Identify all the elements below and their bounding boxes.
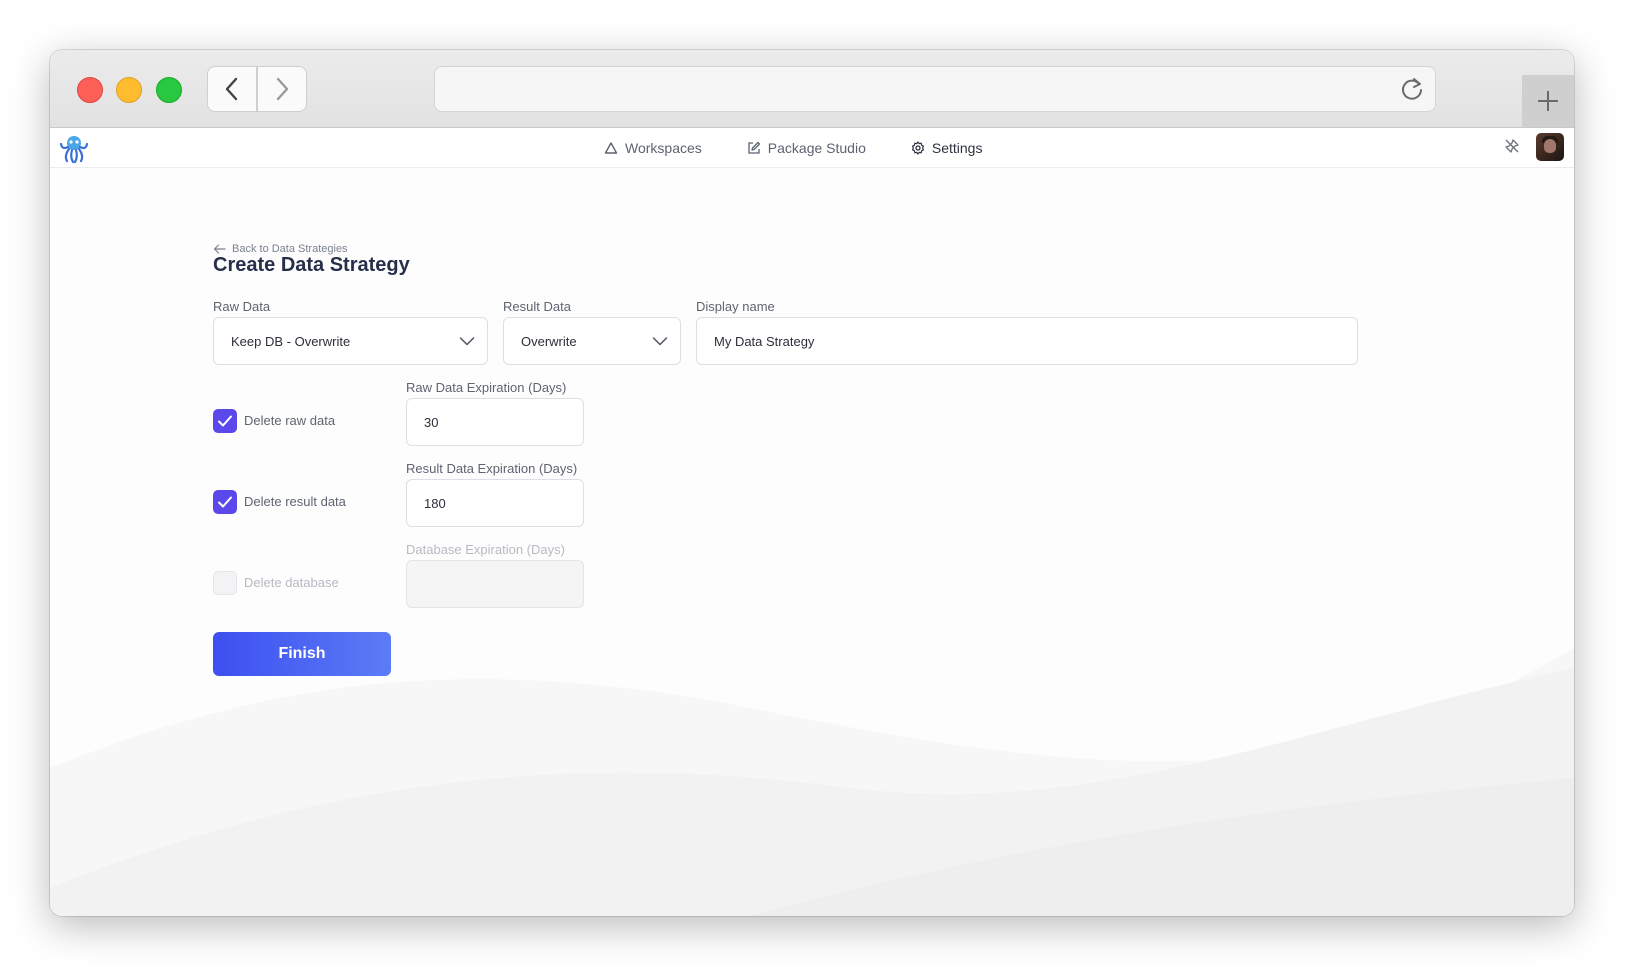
- browser-toolbar: [50, 50, 1574, 128]
- nav-item-label: Package Studio: [767, 139, 866, 156]
- close-window-button[interactable]: [77, 77, 103, 103]
- nav-item-settings[interactable]: Settings: [911, 139, 983, 156]
- display-name-label: Display name: [696, 299, 775, 314]
- result-data-value: Overwrite: [521, 333, 577, 349]
- result-data-select[interactable]: Overwrite: [503, 317, 681, 365]
- chevron-right-icon: [276, 77, 289, 101]
- raw-expiration-label: Raw Data Expiration (Days): [406, 380, 567, 395]
- minimize-window-button[interactable]: [116, 77, 142, 103]
- page-title: Create Data Strategy: [213, 254, 410, 276]
- app-header: Workspaces Package Studio Settings: [50, 128, 1574, 168]
- edit-icon: [748, 141, 760, 154]
- nav-item-label: Workspaces: [625, 139, 702, 156]
- delete-database-label: Delete database: [244, 575, 339, 590]
- nav-item-package-studio[interactable]: Package Studio: [747, 140, 866, 156]
- delete-result-data-label: Delete result data: [244, 494, 346, 509]
- checkmark-icon: [218, 415, 232, 427]
- triangle-icon: [604, 141, 618, 154]
- reload-icon[interactable]: [1399, 76, 1425, 102]
- nav-item-workspaces[interactable]: Workspaces: [604, 140, 702, 156]
- address-bar[interactable]: [434, 66, 1436, 112]
- avatar[interactable]: [1536, 133, 1564, 161]
- delete-raw-data-checkbox[interactable]: [213, 409, 237, 433]
- result-expiration-input[interactable]: 180: [406, 479, 584, 527]
- finish-button[interactable]: Finish: [213, 632, 391, 676]
- browser-back-button[interactable]: [207, 66, 257, 112]
- delete-database-checkbox[interactable]: [213, 571, 237, 595]
- display-name-input[interactable]: My Data Strategy: [696, 317, 1358, 365]
- raw-data-label: Raw Data: [213, 299, 271, 314]
- chevron-down-icon: [652, 337, 668, 346]
- gear-icon: [911, 140, 924, 155]
- browser-forward-button[interactable]: [257, 66, 307, 112]
- background-waves: [50, 648, 1574, 916]
- chevron-left-icon: [225, 77, 238, 101]
- new-tab-button[interactable]: [1522, 75, 1574, 127]
- arrow-left-icon: [213, 244, 226, 254]
- browser-window: Workspaces Package Studio Settings Back …: [50, 50, 1574, 916]
- main-nav: Workspaces Package Studio Settings: [604, 128, 1027, 167]
- raw-expiration-input[interactable]: 30: [406, 398, 584, 446]
- delete-raw-data-label: Delete raw data: [244, 413, 336, 428]
- nav-item-label: Settings: [931, 139, 983, 156]
- chevron-down-icon: [459, 337, 475, 346]
- display-name-value: My Data Strategy: [714, 333, 815, 349]
- delete-result-data-checkbox[interactable]: [213, 490, 237, 514]
- result-expiration-value: 180: [424, 495, 446, 511]
- checkmark-icon: [218, 496, 232, 508]
- database-expiration-input[interactable]: [406, 560, 584, 608]
- plus-icon: [1538, 91, 1558, 111]
- result-expiration-label: Result Data Expiration (Days): [406, 461, 578, 476]
- raw-data-select[interactable]: Keep DB - Overwrite: [213, 317, 488, 365]
- raw-data-value: Keep DB - Overwrite: [231, 333, 351, 349]
- maximize-window-button[interactable]: [156, 77, 182, 103]
- database-expiration-label: Database Expiration (Days): [406, 542, 565, 557]
- unpin-icon[interactable]: [1504, 138, 1520, 154]
- result-data-label: Result Data: [503, 299, 571, 314]
- octopus-logo-icon[interactable]: [58, 132, 90, 164]
- main-content: Back to Data Strategies Create Data Stra…: [50, 168, 1574, 916]
- raw-expiration-value: 30: [424, 414, 439, 430]
